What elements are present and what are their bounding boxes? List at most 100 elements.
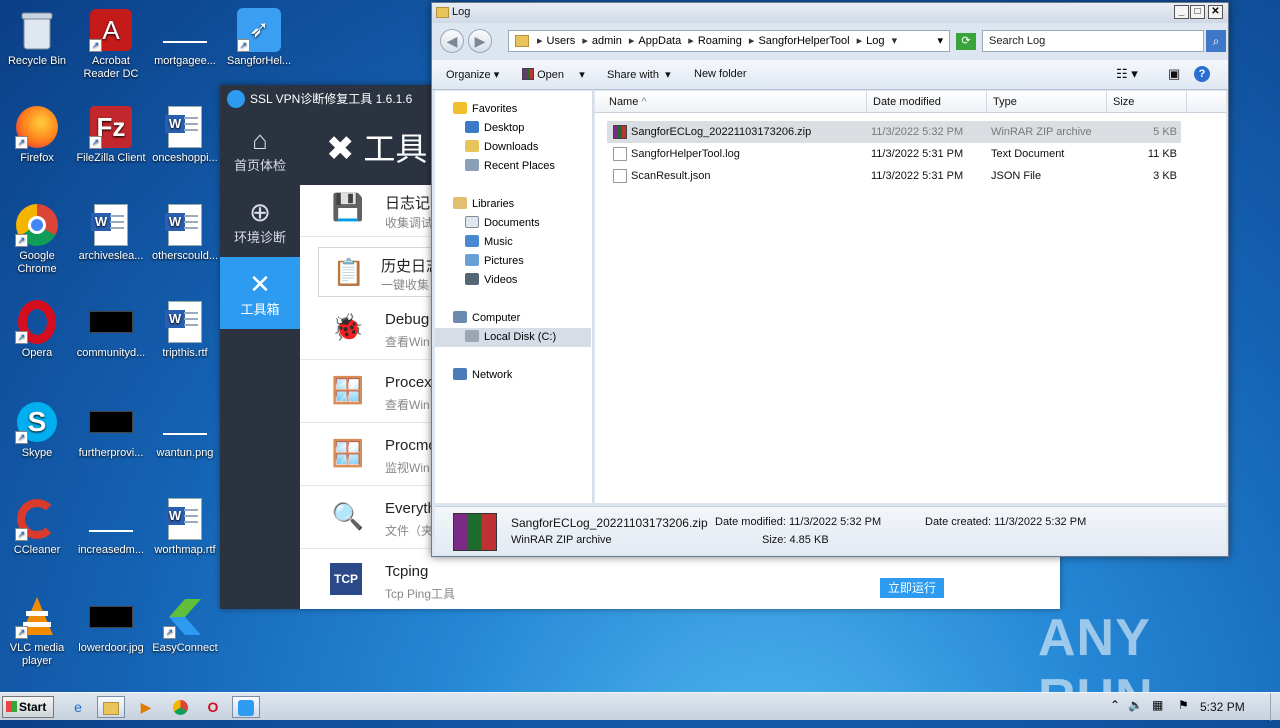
breadcrumb-item[interactable]: Log — [866, 35, 884, 47]
nav-videos[interactable]: Videos — [435, 271, 591, 290]
file-name: SangforHelperTool.log — [631, 148, 740, 160]
maximize-button[interactable]: □ — [1190, 5, 1205, 19]
nav-recent-places[interactable]: Recent Places — [435, 157, 591, 176]
desktop-icon-onceshoppi[interactable]: W onceshoppi... — [148, 105, 222, 165]
desktop-icon-increasedm[interactable]: increasedm... — [74, 497, 148, 557]
navigation-pane: Favorites Desktop Downloads Recent Place… — [435, 91, 593, 503]
nav-music[interactable]: Music — [435, 233, 591, 252]
desktop-icon-sangforhelper[interactable]: ➶ ↗ SangforHel... — [222, 8, 296, 68]
column-name[interactable]: Name ^ — [603, 91, 867, 113]
target-icon: ⊕ — [249, 197, 271, 227]
preview-pane-icon[interactable]: ▣ — [1168, 66, 1180, 82]
action-center-flag-icon[interactable]: ⚑ — [1178, 698, 1189, 712]
desktop-icon-worthmap[interactable]: W worthmap.rtf — [148, 497, 222, 557]
view-options-icon[interactable]: ☷ ▾ — [1116, 66, 1138, 82]
desktop-icon-chrome[interactable]: ↗ Google Chrome — [0, 203, 74, 276]
share-with-button[interactable]: Share with ▾ — [607, 68, 671, 81]
easyconnect-icon: ↗ — [163, 595, 207, 639]
desktop-icon-tripthis[interactable]: W tripthis.rtf — [148, 300, 222, 360]
file-row[interactable]: SangforHelperTool.log 11/3/2022 5:31 PM … — [607, 143, 1181, 165]
desktop-icon-lowerdoor[interactable]: lowerdoor.jpg — [74, 595, 148, 655]
start-button[interactable]: Start — [2, 696, 54, 718]
desktop-icon-furtherprovi[interactable]: furtherprovi... — [74, 400, 148, 460]
desktop-icon-skype[interactable]: S ↗ Skype — [0, 400, 74, 460]
tool-row-tcping[interactable]: TCP Tcping Tcp Ping工具 — [300, 549, 1060, 612]
breadcrumb-item[interactable]: admin — [592, 35, 622, 47]
tool-desc: 监视Win — [385, 461, 430, 475]
help-icon[interactable]: ? — [1194, 66, 1210, 82]
sangfor-sidebar: ⌂ 首页体检 ⊕ 环境诊断 ✕ 工具箱 — [220, 113, 300, 609]
breadcrumb-item[interactable]: Users — [547, 35, 576, 47]
breadcrumb-item[interactable]: SangforHelperTool — [758, 35, 849, 47]
desktop-icon-ccleaner[interactable]: ↗ CCleaner — [0, 497, 74, 557]
nav-env-diagnosis[interactable]: ⊕ 环境诊断 — [220, 185, 300, 257]
desktop-icon-vlc[interactable]: ↗ VLC media player — [0, 595, 74, 668]
ie-icon[interactable]: e — [64, 696, 92, 718]
nav-pictures[interactable]: Pictures — [435, 252, 591, 271]
nav-toolbox[interactable]: ✕ 工具箱 — [220, 257, 300, 329]
forward-button[interactable]: ▶ — [468, 29, 492, 53]
file-name: ScanResult.json — [631, 170, 711, 182]
nav-documents[interactable]: Documents — [435, 214, 591, 233]
refresh-icon[interactable]: ⟳ — [956, 33, 976, 50]
nav-desktop[interactable]: Desktop — [435, 119, 591, 138]
desktop-icon-otherscould[interactable]: W otherscould... — [148, 203, 222, 263]
nav-computer[interactable]: Computer — [435, 309, 591, 328]
file-row[interactable]: SangforECLog_20221103173206.zip 11/3/202… — [607, 121, 1181, 143]
media-player-icon[interactable]: ▶ — [132, 696, 160, 718]
back-button[interactable]: ◀ — [440, 29, 464, 53]
column-date-modified[interactable]: Date modified — [867, 91, 987, 113]
desktop-icon-recycle-bin[interactable]: Recycle Bin — [0, 8, 74, 68]
nav-network[interactable]: Network — [435, 366, 591, 385]
nav-libraries[interactable]: Libraries — [435, 195, 591, 214]
organize-button[interactable]: Organize ▾ — [446, 68, 499, 81]
desktop-icon-mortgagee[interactable]: mortgagee... — [148, 8, 222, 68]
breadcrumb-item[interactable]: AppData — [638, 35, 681, 47]
desktop-icon-easyconnect[interactable]: ↗ EasyConnect — [148, 595, 222, 655]
new-folder-button[interactable]: New folder — [694, 68, 747, 80]
address-bar[interactable]: ▸ Users ▸ admin ▸ AppData ▸ Roaming ▸ Sangfor… — [508, 30, 950, 52]
sangfor-taskbar-icon[interactable] — [232, 696, 260, 718]
ccleaner-icon: ↗ — [15, 497, 59, 541]
sangfor-title: SSL VPN诊断修复工具 1.6.1.6 — [250, 92, 413, 106]
show-desktop-button[interactable] — [1270, 693, 1280, 721]
column-type[interactable]: Type — [987, 91, 1107, 113]
explorer-title-bar[interactable]: Log _ □ ✕ — [432, 3, 1228, 23]
nav-label: Recent Places — [484, 160, 555, 172]
file-row[interactable]: ScanResult.json 11/3/2022 5:31 PM JSON F… — [607, 165, 1181, 187]
desktop-icon-communityd[interactable]: communityd... — [74, 300, 148, 360]
open-button[interactable]: Open ▾ — [522, 68, 585, 81]
chrome-taskbar-icon[interactable] — [166, 696, 194, 718]
clock[interactable]: 5:32 PM — [1200, 700, 1245, 714]
network-tray-icon[interactable]: ▦ — [1152, 698, 1163, 712]
desktop-icon-filezilla[interactable]: Fz ↗ FileZilla Client — [74, 105, 148, 165]
tray-expand-icon[interactable]: ⌃ — [1110, 698, 1120, 712]
nav-downloads[interactable]: Downloads — [435, 138, 591, 157]
column-size[interactable]: Size — [1107, 91, 1187, 113]
search-input[interactable]: Search Log — [982, 30, 1204, 52]
desktop-icon-wantun[interactable]: wantun.png — [148, 400, 222, 460]
close-button[interactable]: ✕ — [1208, 5, 1223, 19]
desktop-icon-opera[interactable]: ↗ Opera — [0, 300, 74, 360]
desktop-icon-firefox[interactable]: ↗ Firefox — [0, 105, 74, 165]
chevron-down-icon[interactable]: ▾ — [937, 31, 943, 51]
column-label: Name — [609, 96, 639, 108]
opera-taskbar-icon[interactable]: O — [199, 696, 227, 718]
run-now-button[interactable]: 立即运行 — [880, 578, 944, 598]
desktop-icon-archiveslea[interactable]: W archiveslea... — [74, 203, 148, 263]
nav-label: Documents — [484, 217, 540, 229]
minimize-button[interactable]: _ — [1174, 5, 1189, 19]
volume-icon[interactable]: 🔈 — [1128, 698, 1143, 712]
tool-title: Debug — [385, 311, 430, 328]
explorer-taskbar-icon[interactable] — [97, 696, 125, 718]
nav-local-disk[interactable]: Local Disk (C:) — [435, 328, 591, 347]
nav-label: Music — [484, 236, 513, 248]
section-title: 工具 — [363, 131, 428, 167]
desktop-icon-acrobat[interactable]: A ↗ Acrobat Reader DC — [74, 8, 148, 81]
tool-desc: Tcp Ping工具 — [385, 587, 456, 601]
search-icon[interactable]: ⌕ — [1206, 30, 1226, 52]
breadcrumb-item[interactable]: Roaming — [698, 35, 742, 47]
explorer-title: Log — [452, 6, 471, 18]
nav-home-check[interactable]: ⌂ 首页体检 — [220, 113, 300, 185]
nav-favorites[interactable]: Favorites — [435, 100, 591, 119]
